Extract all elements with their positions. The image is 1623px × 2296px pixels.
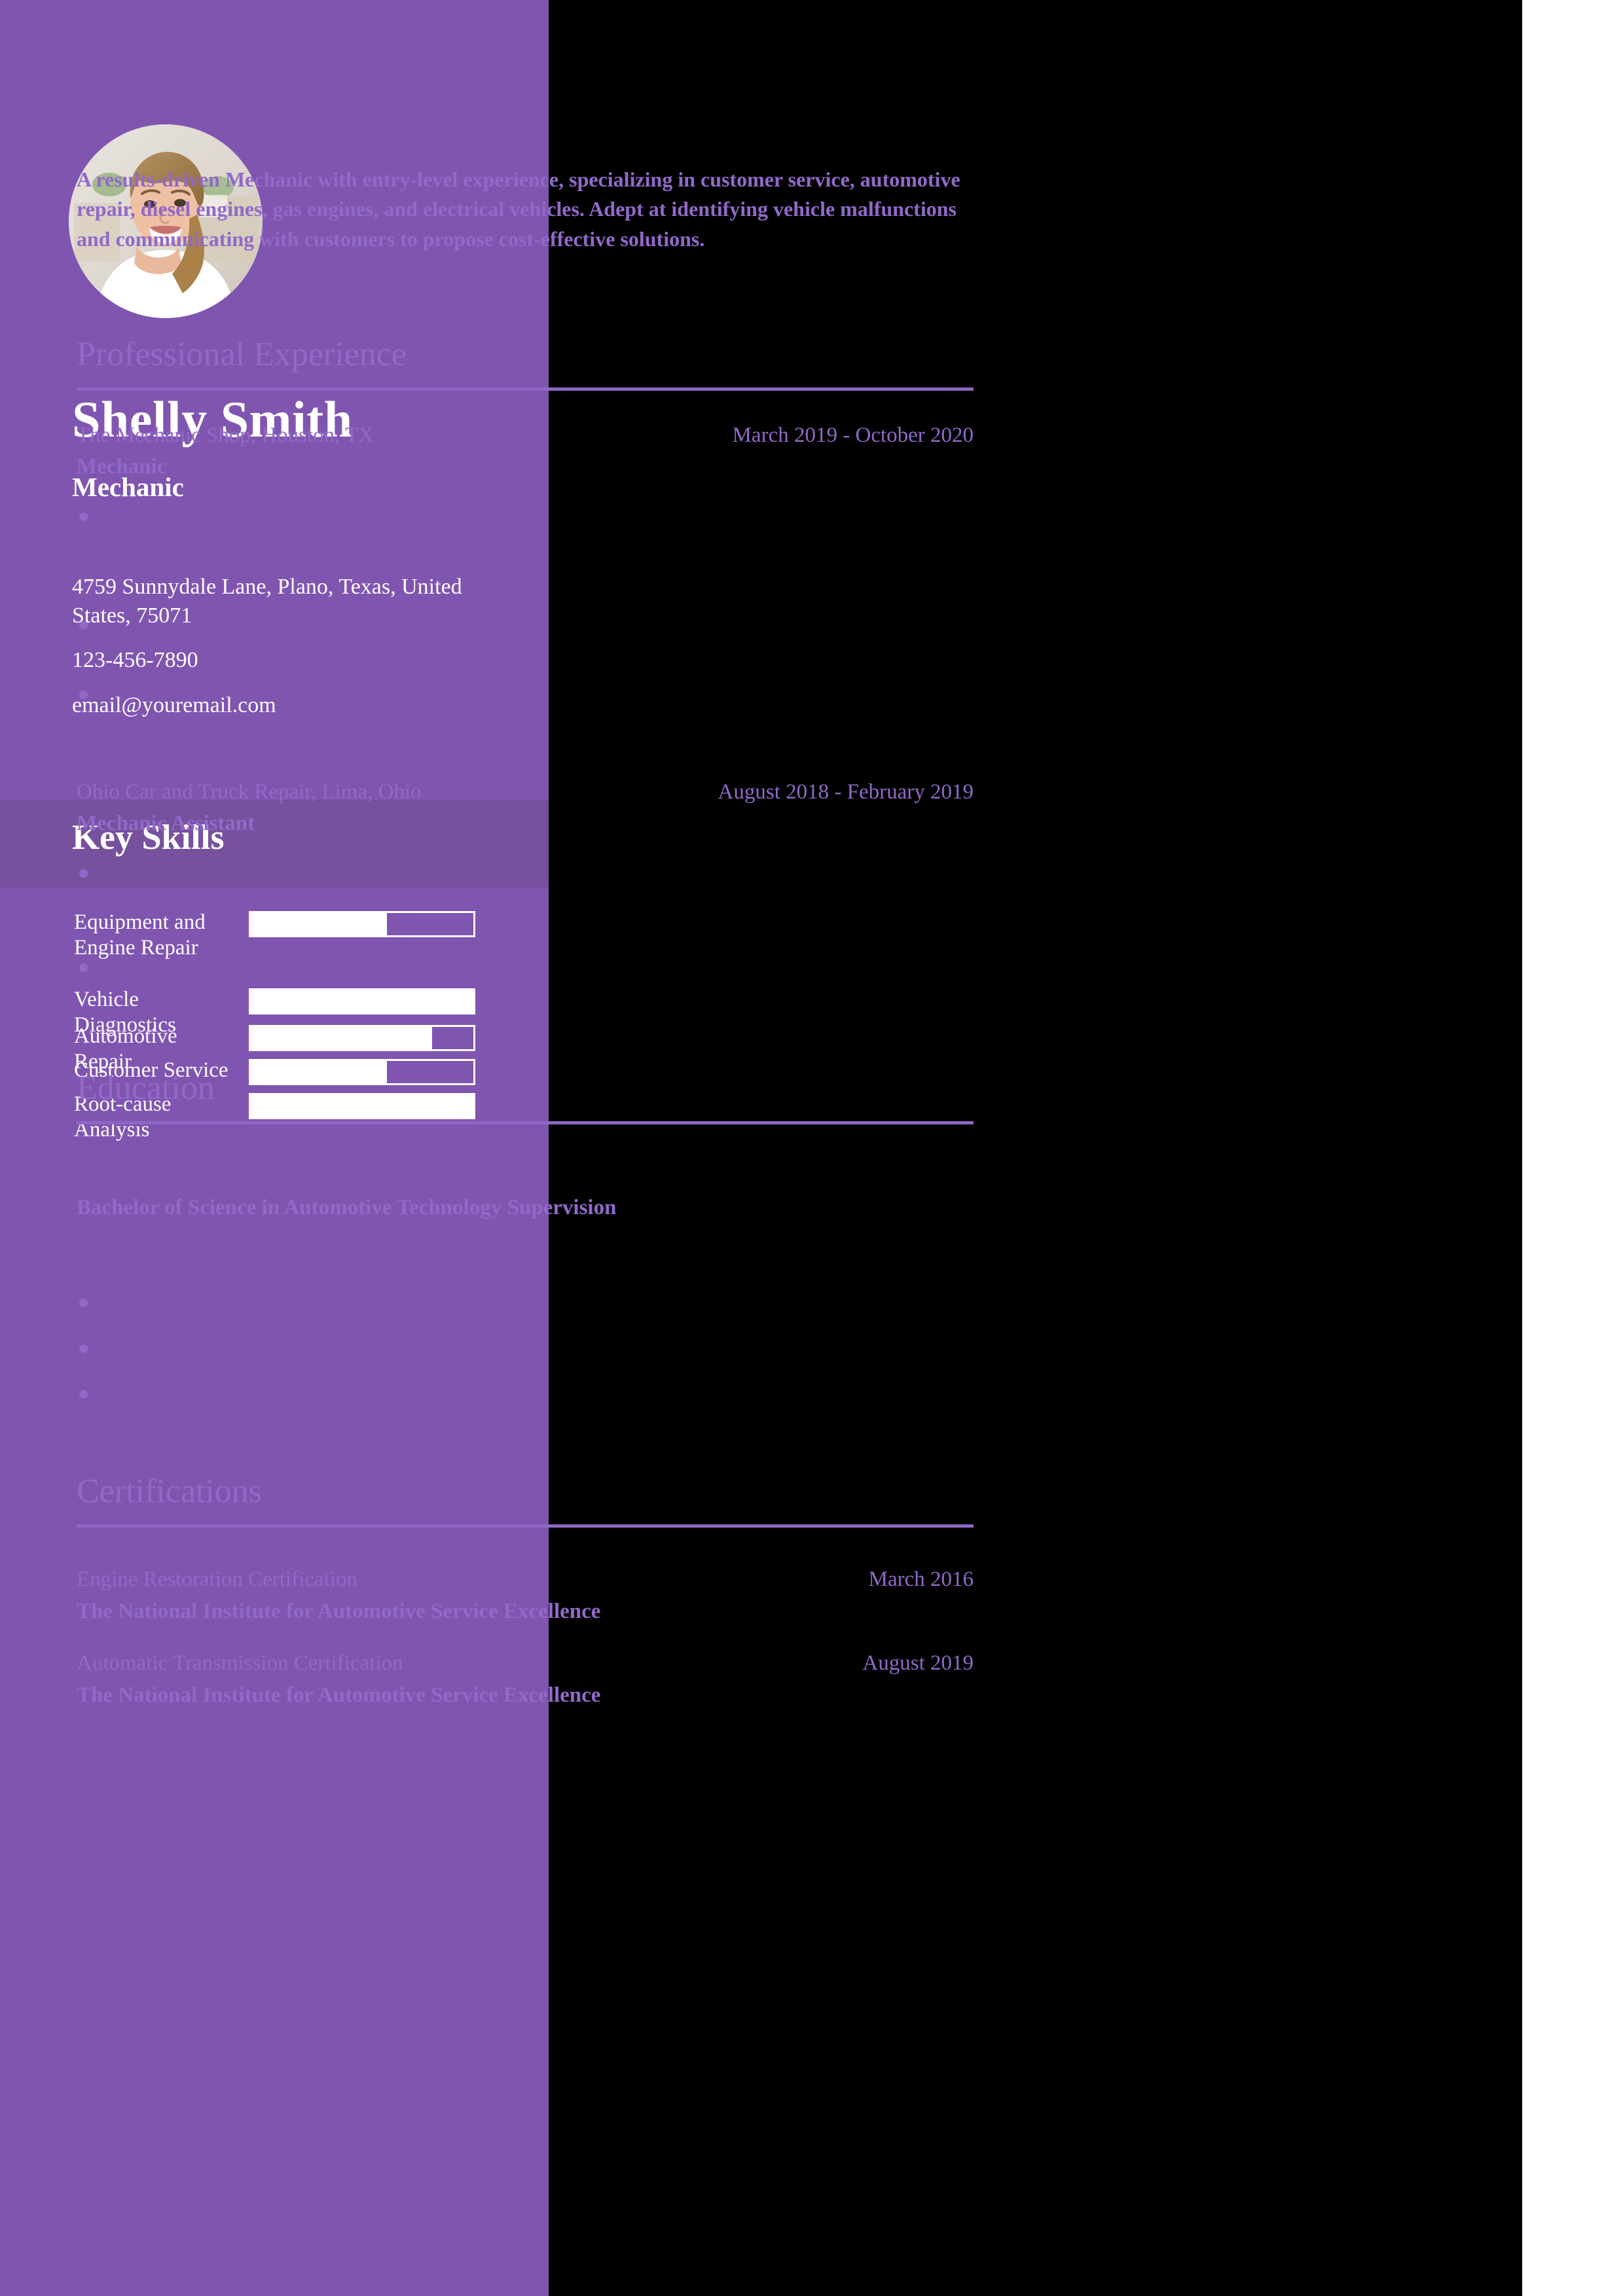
section-professional-experience: Professional Experience <box>77 338 974 391</box>
section-education: Education <box>77 1071 974 1124</box>
skill-level-remainder <box>429 1025 475 1051</box>
certification-date: March 2016 <box>868 1568 974 1591</box>
experience-entry-header: The Mechanic Shop, Houston, TX March 201… <box>77 422 974 449</box>
experience-bullet-list <box>77 509 974 699</box>
education-bullet-list <box>77 1295 974 1399</box>
bullet-item <box>77 509 974 521</box>
certification-organization: The National Institute for Automotive Se… <box>77 1683 601 1708</box>
section-heading-label: Certifications <box>77 1473 263 1510</box>
certification-entry: Automatic Transmission Certification Aug… <box>77 1650 974 1710</box>
resume-page: Shelly Smith Mechanic 4759 Sunnydale Lan… <box>0 0 1623 2296</box>
experience-job-title: Mechanic <box>77 455 167 479</box>
bullet-item <box>77 960 974 972</box>
bullet-item <box>77 865 974 878</box>
experience-entry: Ohio Car and Truck Repair, Lima, Ohio Au… <box>77 779 974 972</box>
certification-name: Automatic Transmission Certification <box>77 1651 403 1675</box>
bullet-item <box>77 1386 974 1399</box>
experience-job-title: Mechanic Assistant <box>77 812 255 836</box>
skill-level-bar <box>249 988 475 1014</box>
section-rule <box>77 387 974 391</box>
section-certifications: Certifications <box>77 1475 974 1528</box>
experience-bullet-list <box>77 865 974 972</box>
experience-date: March 2019 - October 2020 <box>732 423 974 447</box>
certification-header: Automatic Transmission Certification Aug… <box>77 1650 974 1677</box>
experience-date: August 2018 - February 2019 <box>718 780 974 804</box>
section-heading-label: Education <box>77 1069 215 1107</box>
experience-entry-header: Ohio Car and Truck Repair, Lima, Ohio Au… <box>77 779 974 806</box>
certification-name: Engine Restoration Certification <box>77 1568 357 1591</box>
bullet-item <box>77 617 974 630</box>
section-heading-label: Professional Experience <box>77 336 407 373</box>
certification-organization: The National Institute for Automotive Se… <box>77 1600 601 1624</box>
experience-organization: Ohio Car and Truck Repair, Lima, Ohio <box>77 780 422 804</box>
education-entry: Bachelor of Science in Automotive Techno… <box>77 1194 974 1399</box>
bullet-item <box>77 1340 974 1354</box>
bullet-item <box>77 1295 974 1308</box>
professional-summary: A results-driven Mechanic with entry-lev… <box>77 168 960 251</box>
section-rule <box>77 1524 974 1528</box>
experience-organization: The Mechanic Shop, Houston, TX <box>77 423 374 447</box>
section-rule <box>77 1121 974 1124</box>
certification-date: August 2019 <box>862 1651 974 1675</box>
experience-entry: The Mechanic Shop, Houston, TX March 201… <box>77 422 974 699</box>
bullet-item <box>77 687 974 699</box>
education-degree: Bachelor of Science in Automotive Techno… <box>77 1196 617 1219</box>
certification-entry: Engine Restoration Certification March 2… <box>77 1566 974 1626</box>
certification-header: Engine Restoration Certification March 2… <box>77 1566 974 1593</box>
skill-level-bar <box>249 1025 475 1051</box>
